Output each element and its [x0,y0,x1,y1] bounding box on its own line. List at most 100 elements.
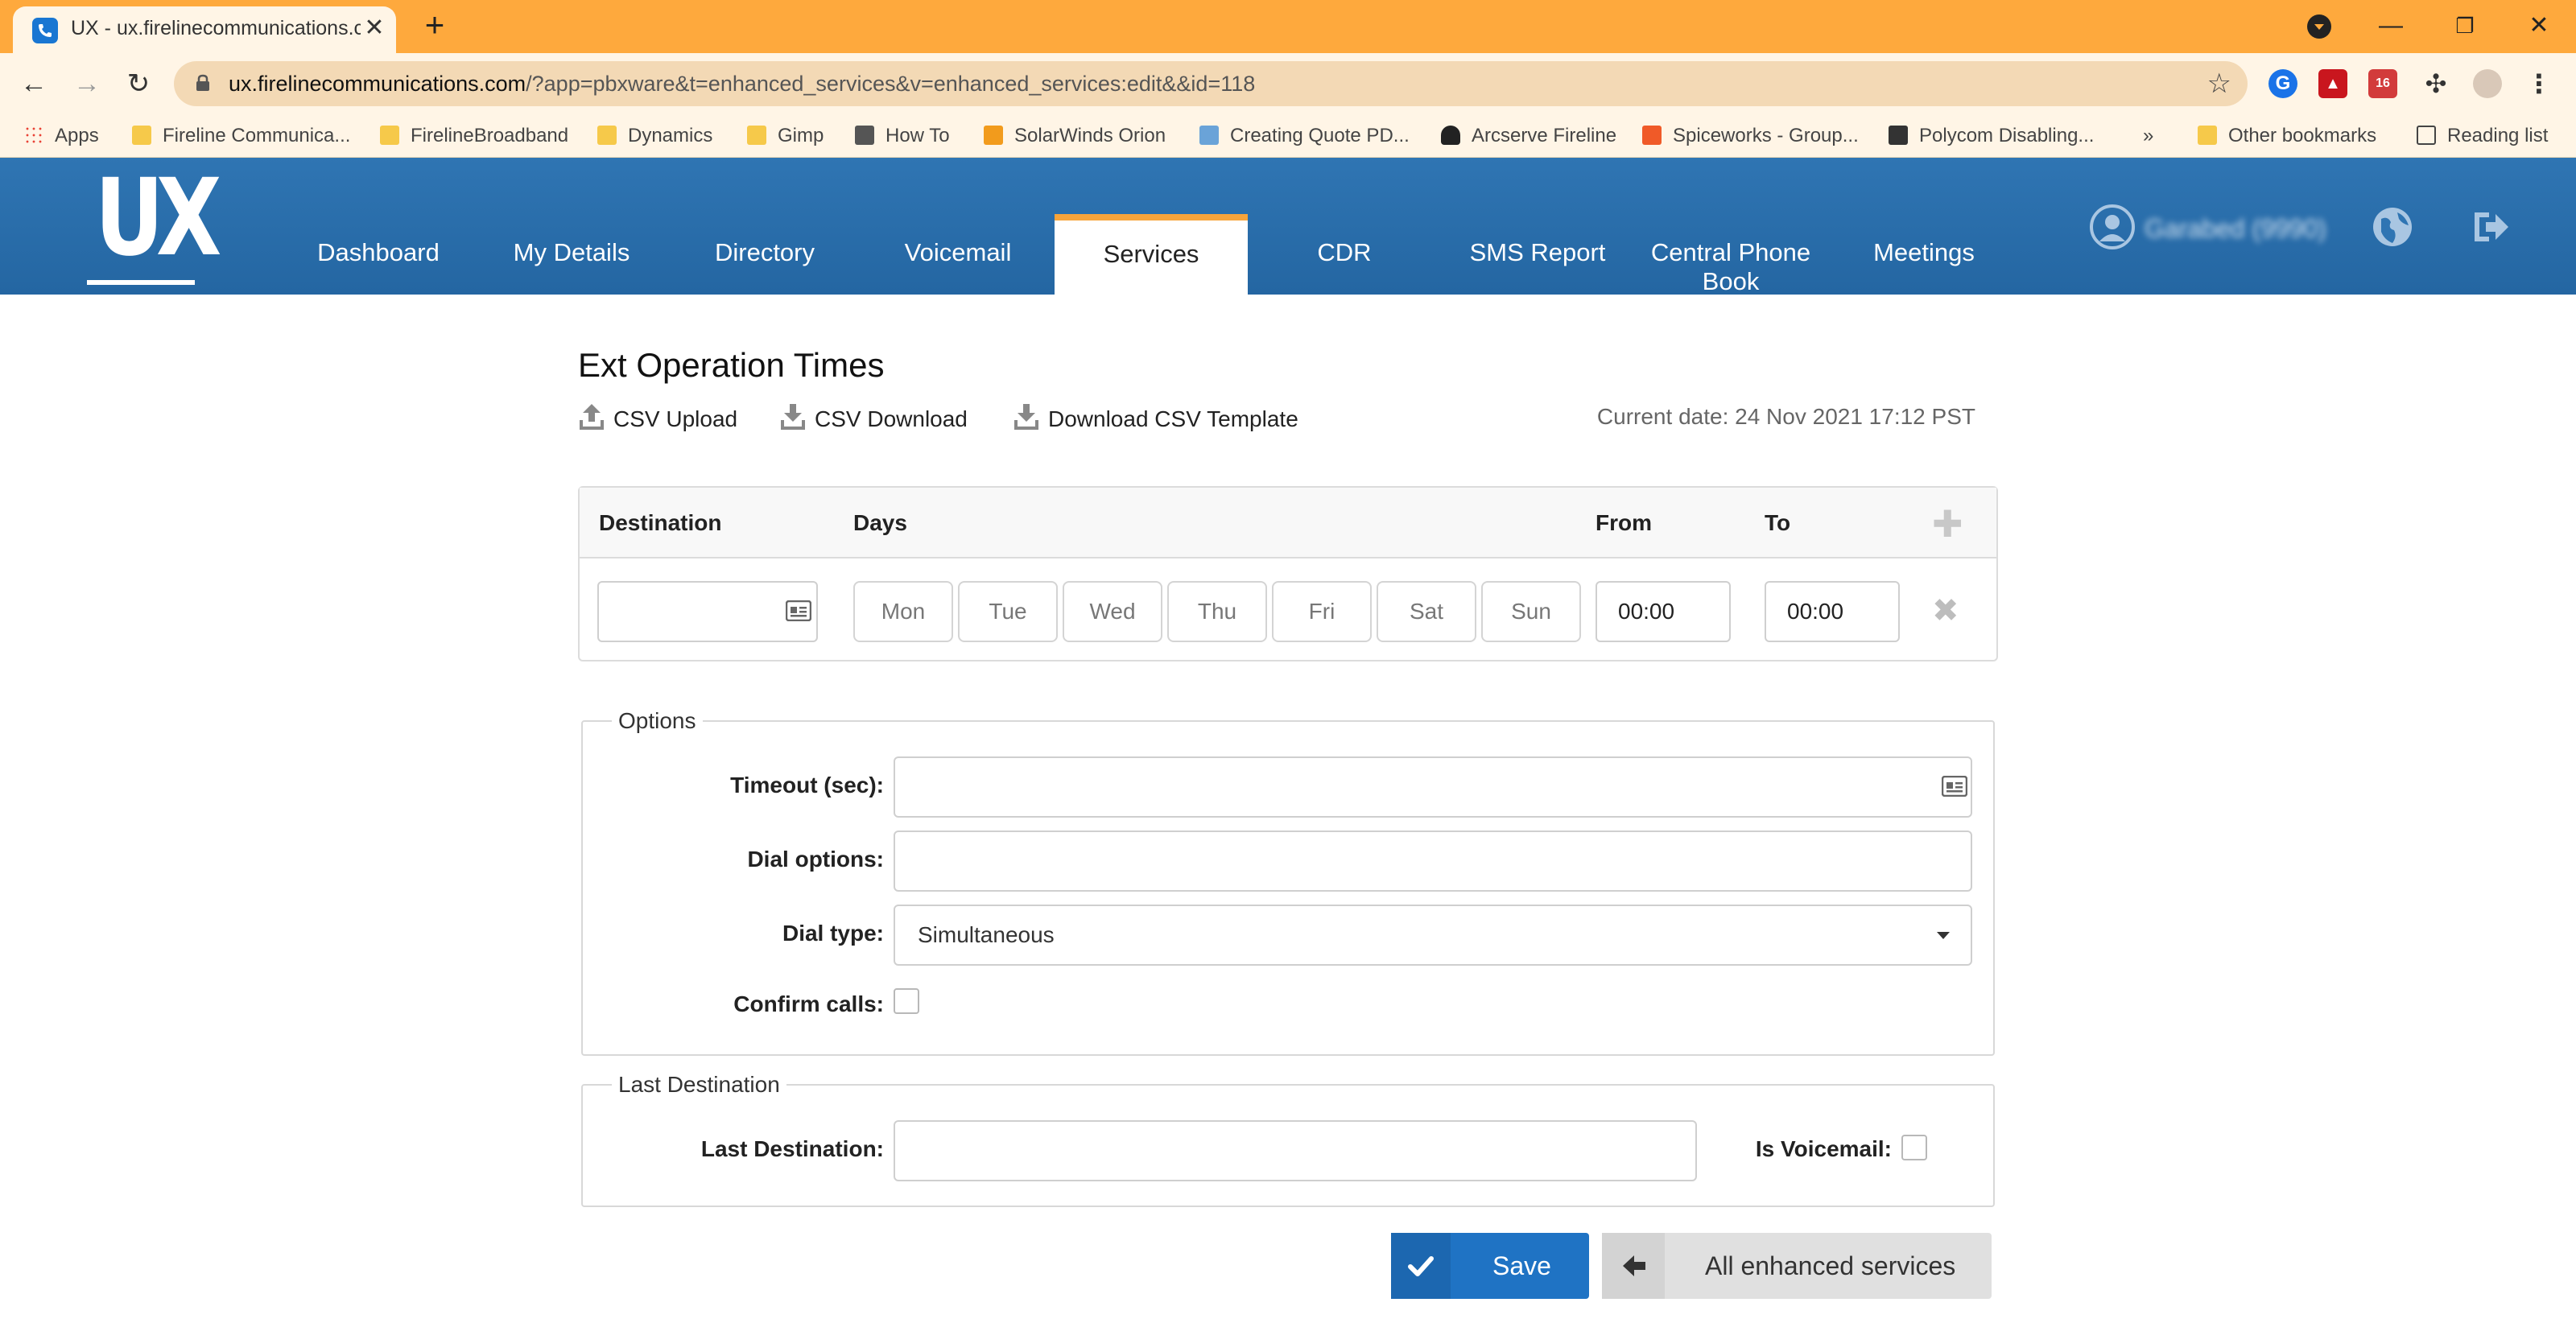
dial-options-label: Dial options: [747,847,884,872]
folder-icon [132,126,151,145]
from-time-input[interactable]: 00:00 [1596,581,1731,642]
column-days: Days [853,510,907,535]
day-mon[interactable]: Mon [853,581,953,642]
csv-download-button[interactable]: CSV Download [779,402,968,432]
back-icon[interactable]: ← [16,66,52,101]
browser-toolbar: ← → ↻ ux.firelinecommunications.com/?app… [0,53,2576,114]
bookmark-star-icon[interactable]: ☆ [2207,68,2231,100]
options-legend: Options [618,708,696,733]
is-voicemail-checkbox[interactable] [1901,1135,1927,1160]
polycom-icon [1889,126,1908,145]
address-bar[interactable]: ux.firelinecommunications.com/?app=pbxwa… [174,61,2248,106]
folder-icon [747,126,766,145]
to-time-input[interactable]: 00:00 [1765,581,1900,642]
bookmarks-overflow-icon[interactable]: » [2143,122,2153,150]
nav-central-phone-book[interactable]: Central Phone Book [1634,214,1827,295]
bookmark-item[interactable]: Fireline Communica... [132,122,350,150]
nav-services[interactable]: Services [1055,214,1248,295]
nav-voicemail[interactable]: Voicemail [886,214,1030,295]
bookmark-item[interactable]: How To [855,122,950,150]
extensions-puzzle-icon[interactable]: ✣ [2421,69,2450,98]
ux-logo[interactable]: UX [84,165,221,286]
dial-type-select[interactable]: Simultaneous [894,905,1972,966]
tab-title: UX - ux.firelinecommunications.c [71,17,361,39]
calendar-extension-icon[interactable]: 16 [2368,69,2397,98]
howto-icon [855,126,874,145]
all-enhanced-services-button[interactable]: All enhanced services [1602,1233,1992,1299]
arcserve-icon [1441,126,1460,145]
bookmark-item[interactable]: Dynamics [597,122,712,150]
day-tue[interactable]: Tue [958,581,1058,642]
bookmark-item[interactable]: FirelineBroadband [380,122,568,150]
user-avatar-icon[interactable] [2090,204,2135,249]
is-voicemail-label: Is Voicemail: [1755,1136,1892,1161]
contact-card-icon[interactable] [1942,776,1967,797]
bookmark-item[interactable]: Polycom Disabling... [1889,122,2094,150]
nav-my-details[interactable]: My Details [499,214,644,295]
bookmark-item[interactable]: Spiceworks - Group... [1642,122,1859,150]
timeout-input[interactable] [894,756,1972,818]
logout-icon[interactable] [2468,204,2513,249]
save-button[interactable]: Save [1391,1233,1589,1299]
bookmark-item[interactable]: Arcserve Fireline [1441,122,1616,150]
last-destination-input[interactable] [894,1120,1697,1181]
restore-icon[interactable]: ❐ [2441,8,2489,43]
page-title: Ext Operation Times [578,346,885,384]
phone-favicon-icon [32,18,58,43]
minimize-icon[interactable]: — [2367,8,2415,43]
confirm-calls-checkbox[interactable] [894,988,919,1014]
remove-row-icon[interactable]: ✖ [1932,592,1959,629]
pdf-extension-icon[interactable]: ▲ [2318,69,2347,98]
day-sun[interactable]: Sun [1481,581,1581,642]
quote-icon [1199,126,1219,145]
operation-times-table: Destination Days From To ✚ Mon Tue Wed T… [578,486,1998,662]
new-tab-icon[interactable]: + [419,8,451,42]
folder-icon [380,126,399,145]
column-destination: Destination [599,510,722,535]
dial-type-label: Dial type: [782,921,884,946]
profile-avatar-icon[interactable] [2473,69,2502,98]
csv-upload-button[interactable]: CSV Upload [578,402,737,432]
add-row-icon[interactable]: ✚ [1932,502,1963,546]
menu-kebab-icon[interactable]: ⋮ [2524,69,2553,98]
grammarly-extension-icon[interactable]: G [2268,69,2297,98]
confirm-calls-label: Confirm calls: [733,991,884,1016]
other-bookmarks[interactable]: Other bookmarks [2198,122,2376,150]
nav-directory[interactable]: Directory [692,214,837,295]
nav-dashboard[interactable]: Dashboard [306,214,451,295]
user-name[interactable]: Garabed (9990) [2145,214,2326,244]
day-fri[interactable]: Fri [1272,581,1372,642]
chevron-down-icon [1937,932,1950,946]
destination-input[interactable] [597,581,818,642]
bookmark-item[interactable]: Gimp [747,122,824,150]
column-from: From [1596,510,1652,535]
download-icon [1014,404,1038,430]
download-csv-template-button[interactable]: Download CSV Template [1013,402,1298,432]
dial-options-input[interactable] [894,830,1972,892]
day-thu[interactable]: Thu [1167,581,1267,642]
checkmark-icon [1391,1233,1451,1299]
close-tab-icon[interactable]: ✕ [361,15,388,43]
bookmark-apps[interactable]: Apps [24,122,99,150]
table-header: Destination Days From To ✚ [580,488,1996,558]
reading-list[interactable]: Reading list [2417,122,2548,150]
spiceworks-icon [1642,126,1662,145]
tab-search-icon[interactable] [2307,14,2331,39]
nav-meetings[interactable]: Meetings [1852,214,1996,295]
nav-sms-report[interactable]: SMS Report [1449,214,1626,295]
globe-icon[interactable] [2370,204,2415,249]
timeout-label: Timeout (sec): [730,773,884,798]
day-wed[interactable]: Wed [1063,581,1162,642]
browser-tab[interactable]: UX - ux.firelinecommunications.c ✕ [13,6,396,53]
folder-icon [597,126,617,145]
folder-icon [2198,126,2217,145]
bookmark-item[interactable]: Creating Quote PD... [1199,122,1410,150]
contact-card-icon[interactable] [786,600,811,621]
bookmark-item[interactable]: SolarWinds Orion [984,122,1166,150]
reload-icon[interactable]: ↻ [121,66,156,101]
nav-cdr[interactable]: CDR [1272,214,1417,295]
day-sat[interactable]: Sat [1377,581,1476,642]
extension-badge: 16 [2376,76,2390,90]
window-close-icon[interactable]: ✕ [2515,8,2563,43]
forward-icon[interactable]: → [69,66,105,101]
